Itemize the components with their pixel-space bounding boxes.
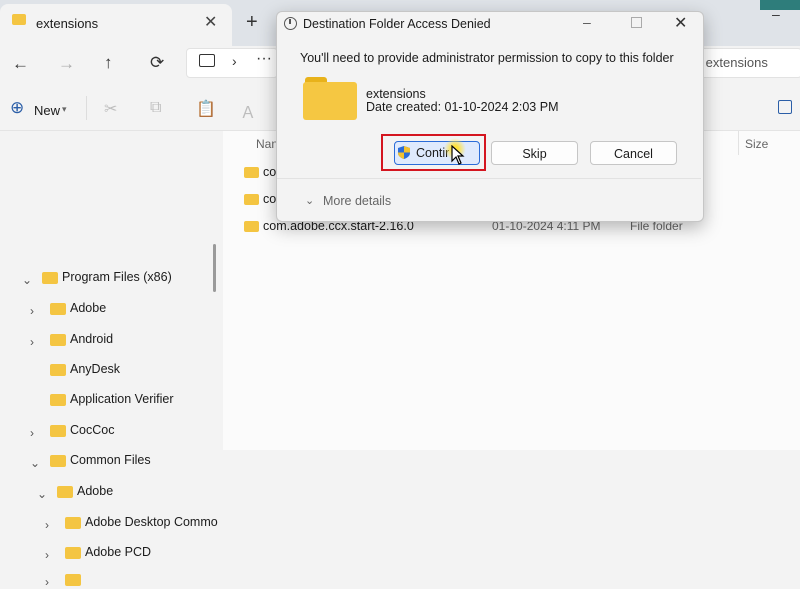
forward-arrow-icon[interactable]: → <box>58 54 75 74</box>
sidebar-item-label[interactable]: Android <box>70 332 113 346</box>
sidebar-item-label[interactable]: Adobe <box>70 301 106 315</box>
new-tab-button[interactable]: + <box>246 11 258 34</box>
sidebar-item-label[interactable]: Adobe PCD <box>85 545 151 559</box>
folder-icon <box>303 82 357 120</box>
chevron-down-icon[interactable]: ⌄ <box>37 487 47 501</box>
paste-icon[interactable]: 📋 <box>196 99 216 119</box>
folder-icon <box>65 547 81 559</box>
sidebar-item-label[interactable]: Common Files <box>70 453 151 467</box>
folder-name: extensions <box>366 87 426 101</box>
divider <box>86 96 87 120</box>
folder-icon <box>65 574 81 586</box>
dialog-title: Destination Folder Access Denied <box>303 17 491 31</box>
rename-icon[interactable]: Ａ <box>240 99 256 123</box>
folder-icon <box>50 334 66 346</box>
column-header-name[interactable]: Nan <box>256 137 278 151</box>
preview-pane-icon[interactable] <box>778 100 792 114</box>
sidebar-item-label[interactable]: Adobe Desktop Commo <box>85 515 218 529</box>
file-name[interactable]: co <box>263 165 276 179</box>
new-plus-icon[interactable]: ⊕ <box>10 98 24 118</box>
this-pc-icon <box>199 54 215 67</box>
folder-icon <box>50 364 66 376</box>
folder-icon <box>244 167 259 178</box>
cancel-button[interactable]: Cancel <box>590 141 677 165</box>
folder-icon <box>42 272 58 284</box>
sidebar-item-label[interactable]: Program Files (x86) <box>62 270 172 284</box>
chevron-down-icon[interactable]: ⌄ <box>30 456 40 470</box>
folder-icon <box>50 394 66 406</box>
sidebar-item-label[interactable]: Adobe <box>77 484 113 498</box>
skip-button[interactable]: Skip <box>491 141 578 165</box>
more-details-toggle[interactable]: More details <box>323 194 391 208</box>
folder-icon <box>12 14 26 25</box>
desktop-edge <box>760 0 800 10</box>
clock-hand <box>289 19 291 24</box>
divider <box>277 178 701 179</box>
column-divider <box>738 131 739 155</box>
cut-icon[interactable]: ✂ <box>104 99 117 119</box>
chevron-right-icon[interactable]: › <box>45 548 49 562</box>
tab-extensions[interactable] <box>0 4 232 46</box>
sidebar-item-label[interactable]: AnyDesk <box>70 362 120 376</box>
chevron-right-icon[interactable]: › <box>45 575 49 589</box>
folder-date-created: Date created: 01-10-2024 2:03 PM <box>366 100 559 114</box>
chevron-down-icon[interactable]: ⌄ <box>22 273 32 287</box>
minimize-icon[interactable]: – <box>583 14 591 30</box>
highlight-box <box>381 134 486 171</box>
clock-icon <box>284 17 297 30</box>
chevron-right-icon[interactable]: › <box>30 335 34 349</box>
sidebar-item-label[interactable]: CocCoc <box>70 423 114 437</box>
column-header-size[interactable]: Size <box>745 137 768 151</box>
mouse-cursor-icon <box>451 145 465 165</box>
back-arrow-icon[interactable]: ← <box>12 54 29 74</box>
refresh-icon[interactable]: ⟳ <box>150 53 164 73</box>
new-button[interactable]: New <box>34 103 60 118</box>
folder-icon <box>50 303 66 315</box>
tab-label: extensions <box>36 16 99 31</box>
up-arrow-icon[interactable]: ↑ <box>104 53 113 73</box>
file-name[interactable]: co <box>263 192 276 206</box>
close-icon[interactable]: ✕ <box>674 13 687 33</box>
folder-icon <box>65 517 81 529</box>
chevron-right-icon[interactable]: › <box>30 426 34 440</box>
chevron-right-icon[interactable]: › <box>232 53 237 69</box>
copy-icon[interactable]: ⧉ <box>150 99 161 117</box>
chevron-right-icon[interactable]: › <box>45 518 49 532</box>
folder-icon <box>244 221 259 232</box>
maximize-icon <box>631 17 642 28</box>
navigation-pane: ⌄ Program Files (x86) › Adobe › Android AnyDes… <box>0 131 222 589</box>
minimize-icon[interactable]: – <box>772 6 780 22</box>
sidebar-item-label[interactable]: Application Verifier <box>70 392 174 406</box>
chevron-down-icon[interactable]: ⌄ <box>305 194 314 207</box>
dialog-message: You'll need to provide administrator per… <box>300 51 674 65</box>
folder-icon <box>50 455 66 467</box>
close-tab-icon[interactable]: ✕ <box>204 12 217 32</box>
chevron-right-icon[interactable]: › <box>30 304 34 318</box>
folder-icon <box>50 425 66 437</box>
more-breadcrumbs-icon[interactable]: ··· <box>256 50 272 68</box>
sidebar-scrollbar[interactable] <box>213 244 216 292</box>
chevron-down-icon[interactable]: ▾ <box>62 104 67 115</box>
folder-icon <box>57 486 73 498</box>
folder-icon <box>244 194 259 205</box>
